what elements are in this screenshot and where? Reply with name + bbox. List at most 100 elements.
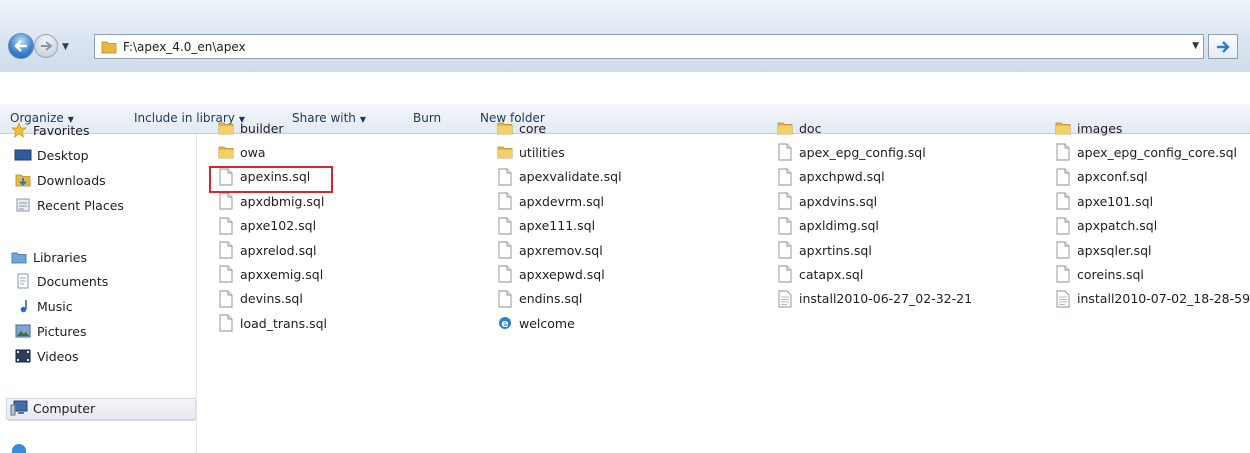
file-item[interactable]: images	[1055, 118, 1122, 138]
file-icon	[218, 314, 234, 332]
file-icon	[1055, 217, 1071, 235]
file-name: builder	[240, 120, 284, 136]
file-icon	[1055, 143, 1071, 161]
file-name: doc	[799, 120, 822, 136]
file-item[interactable]: apxremov.sql	[497, 240, 603, 260]
folder-icon	[1055, 119, 1071, 137]
file-item[interactable]: apxrtins.sql	[777, 240, 872, 260]
file-name: apxdbmig.sql	[240, 193, 325, 209]
file-item[interactable]: catapx.sql	[777, 264, 863, 284]
file-icon	[497, 241, 513, 259]
text-file-icon	[777, 290, 793, 308]
svg-text:e: e	[501, 317, 508, 330]
file-name: utilities	[519, 144, 565, 160]
file-item[interactable]: apex_epg_config.sql	[777, 142, 926, 162]
file-item[interactable]: builder	[218, 118, 284, 138]
file-item[interactable]: install2010-07-02_18-28-59	[1055, 289, 1250, 309]
file-name: apexvalidate.sql	[519, 169, 622, 185]
file-item[interactable]: coreins.sql	[1055, 264, 1144, 284]
file-item[interactable]: apex_epg_config_core.sql	[1055, 142, 1237, 162]
file-item[interactable]: apxxepwd.sql	[497, 264, 605, 284]
file-item[interactable]: owa	[218, 142, 266, 162]
folder-icon	[218, 119, 234, 137]
file-name: apxremov.sql	[519, 242, 603, 258]
file-name: apxrelod.sql	[240, 242, 317, 258]
file-item[interactable]: apxxemig.sql	[218, 264, 323, 284]
file-name: load_trans.sql	[240, 315, 327, 331]
file-item[interactable]: utilities	[497, 142, 565, 162]
file-item[interactable]: apxrelod.sql	[218, 240, 317, 260]
file-icon	[218, 290, 234, 308]
file-icon	[1055, 241, 1071, 259]
file-name: apxsqler.sql	[1077, 242, 1152, 258]
file-item[interactable]: apxsqler.sql	[1055, 240, 1152, 260]
file-icon	[218, 241, 234, 259]
file-icon	[777, 143, 793, 161]
file-item[interactable]: apxdvins.sql	[777, 191, 877, 211]
file-item[interactable]: install2010-06-27_02-32-21	[777, 289, 972, 309]
file-icon	[497, 290, 513, 308]
file-name: apxxepwd.sql	[519, 266, 605, 282]
file-name: catapx.sql	[799, 266, 864, 282]
file-name: apxpatch.sql	[1077, 218, 1158, 234]
file-item[interactable]: apxe101.sql	[1055, 191, 1153, 211]
file-item[interactable]: apxldimg.sql	[777, 216, 879, 236]
file-name: core	[519, 120, 547, 136]
file-icon	[777, 241, 793, 259]
file-icon	[497, 168, 513, 186]
folder-icon	[497, 143, 513, 161]
file-list: builder owa apexins.sql apxdbmig.sql apxe102…	[0, 0, 1250, 453]
internet-explorer-icon: e	[497, 314, 513, 332]
file-icon	[777, 217, 793, 235]
file-icon	[497, 192, 513, 210]
file-name: apxconf.sql	[1077, 169, 1148, 185]
file-name: devins.sql	[240, 291, 303, 307]
file-name: apxe111.sql	[519, 218, 596, 234]
file-icon	[497, 217, 513, 235]
folder-icon	[218, 143, 234, 161]
file-icon	[497, 265, 513, 283]
file-icon	[1055, 192, 1071, 210]
file-item[interactable]: devins.sql	[218, 289, 303, 309]
file-item[interactable]: core	[497, 118, 546, 138]
highlight-box	[209, 166, 333, 193]
file-name: images	[1077, 120, 1123, 136]
file-icon	[218, 265, 234, 283]
folder-icon	[497, 119, 513, 137]
file-name: install2010-06-27_02-32-21	[799, 291, 973, 307]
file-item[interactable]: e welcome	[497, 313, 575, 333]
file-item[interactable]: doc	[777, 118, 821, 138]
file-name: endins.sql	[519, 291, 583, 307]
file-item[interactable]: apxpatch.sql	[1055, 216, 1157, 236]
file-name: apex_epg_config_core.sql	[1077, 144, 1237, 160]
file-icon	[777, 168, 793, 186]
file-name: apxe101.sql	[1077, 193, 1154, 209]
file-item[interactable]: apxdevrm.sql	[497, 191, 604, 211]
text-file-icon	[1055, 290, 1071, 308]
file-item[interactable]: apxchpwd.sql	[777, 167, 885, 187]
file-name: apxchpwd.sql	[799, 169, 885, 185]
file-name: coreins.sql	[1077, 266, 1144, 282]
file-name: welcome	[519, 315, 575, 331]
file-name: owa	[240, 144, 266, 160]
file-name: apxxemig.sql	[240, 266, 324, 282]
file-item[interactable]: apxe102.sql	[218, 216, 316, 236]
file-name: apxrtins.sql	[799, 242, 872, 258]
file-icon	[777, 265, 793, 283]
file-item[interactable]: apxconf.sql	[1055, 167, 1148, 187]
file-name: install2010-07-02_18-28-59	[1077, 291, 1250, 307]
file-icon	[777, 192, 793, 210]
file-name: apex_epg_config.sql	[799, 144, 926, 160]
file-item[interactable]: load_trans.sql	[218, 313, 327, 333]
file-item[interactable]: apxe111.sql	[497, 216, 595, 236]
file-item[interactable]: endins.sql	[497, 289, 582, 309]
file-item[interactable]: apxdbmig.sql	[218, 191, 324, 211]
file-item[interactable]: apexvalidate.sql	[497, 167, 622, 187]
folder-icon	[777, 119, 793, 137]
file-icon	[218, 192, 234, 210]
file-icon	[218, 217, 234, 235]
file-name: apxldimg.sql	[799, 218, 879, 234]
file-name: apxdvins.sql	[799, 193, 878, 209]
file-icon	[1055, 168, 1071, 186]
file-name: apxdevrm.sql	[519, 193, 605, 209]
